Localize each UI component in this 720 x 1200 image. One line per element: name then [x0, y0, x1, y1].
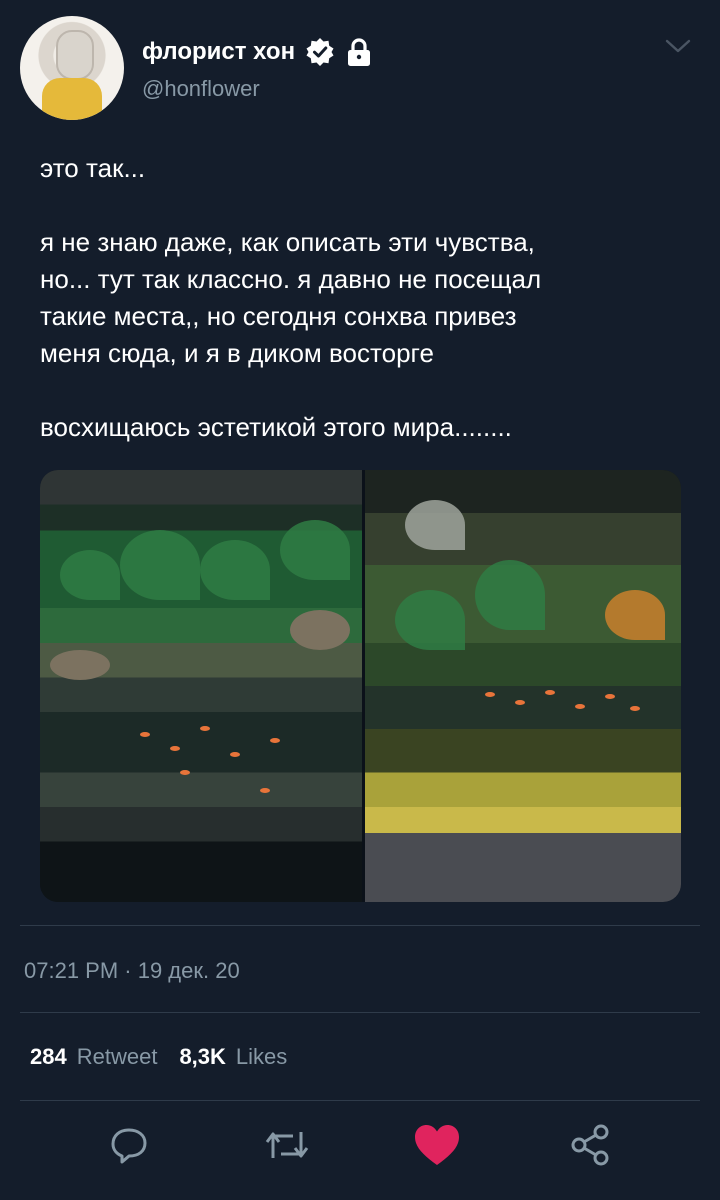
- tweet-line-gap: [40, 187, 690, 224]
- tweet-line-gap: [40, 372, 690, 409]
- tweet-stats: 284 Retweet 8,3K Likes: [30, 1044, 287, 1070]
- tweet-line: меня сюда, и я в диком восторге: [40, 338, 434, 368]
- reply-button[interactable]: [104, 1120, 154, 1170]
- share-icon: [571, 1124, 609, 1166]
- lock-icon: [348, 38, 371, 66]
- tweet-actions: [0, 1120, 720, 1180]
- tweet-media: [40, 470, 681, 902]
- aquarium-photo-1[interactable]: [40, 470, 362, 902]
- retweet-label[interactable]: Retweet: [77, 1044, 158, 1070]
- tweet-line: такие места,, но сегодня сонхва привез: [40, 301, 517, 331]
- like-button[interactable]: [412, 1120, 462, 1170]
- tweet-line: но... тут так классно. я давно не посеща…: [40, 264, 542, 294]
- aquarium-photo-2[interactable]: [365, 470, 681, 902]
- tweet-header: флорист хон @honflower: [20, 16, 700, 126]
- tweet-line: восхищаюсь эстетикой этого мира........: [40, 412, 512, 442]
- heart-icon: [415, 1125, 459, 1165]
- share-button[interactable]: [566, 1120, 616, 1170]
- divider: [20, 1012, 700, 1013]
- like-count[interactable]: 8,3K: [179, 1044, 225, 1070]
- avatar[interactable]: [20, 16, 124, 120]
- tweet-line: это так...: [40, 153, 146, 183]
- avatar-head: [56, 30, 94, 80]
- tweet-text: это так... я не знаю даже, как описать э…: [40, 150, 690, 446]
- avatar-shirt: [42, 78, 102, 120]
- like-label[interactable]: Likes: [236, 1044, 287, 1070]
- divider: [20, 925, 700, 926]
- retweet-button[interactable]: [262, 1120, 312, 1170]
- chevron-down-icon[interactable]: [664, 36, 692, 56]
- retweet-icon: [265, 1132, 309, 1158]
- tweet-line: я не знаю даже, как описать эти чувства,: [40, 227, 535, 257]
- name-row: флорист хон: [142, 34, 373, 70]
- tweet-timestamp: 07:21 PM · 19 дек. 20: [24, 958, 240, 983]
- divider: [20, 1100, 700, 1101]
- user-handle[interactable]: @honflower: [142, 76, 260, 102]
- display-name[interactable]: флорист хон: [142, 38, 295, 66]
- retweet-count[interactable]: 284: [30, 1044, 67, 1070]
- reply-icon: [111, 1128, 147, 1164]
- verified-badge-icon: [306, 38, 334, 66]
